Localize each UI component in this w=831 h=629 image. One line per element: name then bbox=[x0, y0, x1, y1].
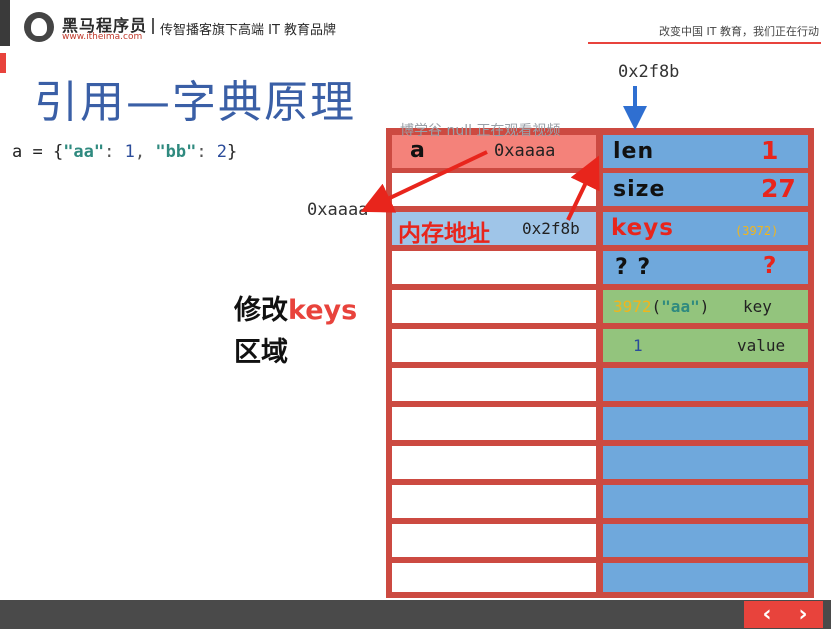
bottom-bar bbox=[0, 600, 831, 629]
prev-slide-button[interactable]: ‹ bbox=[748, 601, 786, 628]
reference-arrow-icon bbox=[360, 150, 488, 213]
next-slide-button[interactable]: › bbox=[784, 601, 822, 628]
pointer-arrow-icon bbox=[566, 155, 600, 221]
reference-arrows bbox=[360, 86, 647, 221]
